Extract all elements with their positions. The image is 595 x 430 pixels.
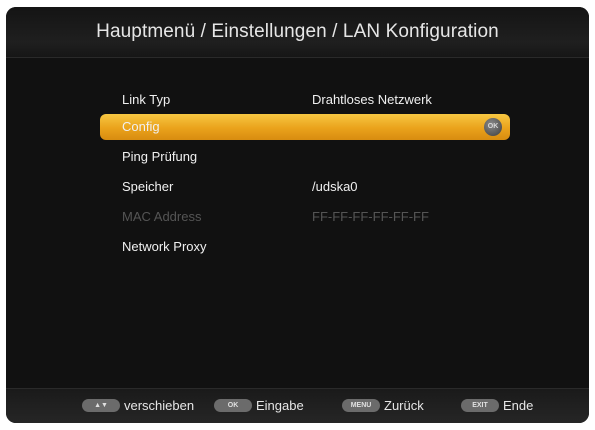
hint-label: verschieben (124, 398, 195, 413)
menu-item-label: Network Proxy (122, 239, 207, 254)
menu-item-mac-address: MAC Address FF-FF-FF-FF-FF-FF (100, 204, 510, 230)
title-bar: Hauptmenü / Einstellungen / LAN Konfigur… (6, 7, 589, 58)
exit-key-icon: EXIT (461, 399, 499, 412)
page-title: Hauptmenü / Einstellungen / LAN Konfigur… (96, 21, 499, 42)
menu-item-label: Ping Prüfung (122, 149, 198, 164)
menu-item-label: Config (122, 119, 160, 134)
menu-item-value: /udska0 (312, 179, 358, 194)
menu-key-icon: MENU (342, 399, 380, 412)
settings-screen: Hauptmenü / Einstellungen / LAN Konfigur… (6, 7, 589, 423)
ok-icon: OK (484, 118, 502, 136)
menu-item-speicher[interactable]: Speicher /udska0 (100, 174, 510, 200)
menu-item-network-proxy[interactable]: Network Proxy (100, 234, 510, 260)
menu-item-value: Drahtloses Netzwerk (312, 92, 432, 107)
hint-label: Zurück (384, 398, 424, 413)
menu-item-label: MAC Address (122, 209, 202, 224)
menu-item-label: Speicher (122, 179, 174, 194)
menu-item-label: Link Typ (122, 92, 171, 107)
menu-item-link-typ[interactable]: Link Typ Drahtloses Netzwerk (100, 87, 510, 113)
menu-item-ping-pruefung[interactable]: Ping Prüfung (100, 144, 510, 170)
menu-item-config[interactable]: Config OK (100, 114, 510, 140)
ok-key-icon: OK (214, 399, 252, 412)
menu-item-value: FF-FF-FF-FF-FF-FF (312, 209, 429, 224)
hint-label: Eingabe (256, 398, 304, 413)
menu-panel: Link Typ Drahtloses Netzwerk Config OK P… (6, 58, 589, 388)
footer-hint-bar: ▲▼ verschieben OK Eingabe MENU Zurück EX… (6, 388, 589, 423)
arrow-updown-key-icon: ▲▼ (82, 399, 120, 412)
hint-label: Ende (503, 398, 534, 413)
